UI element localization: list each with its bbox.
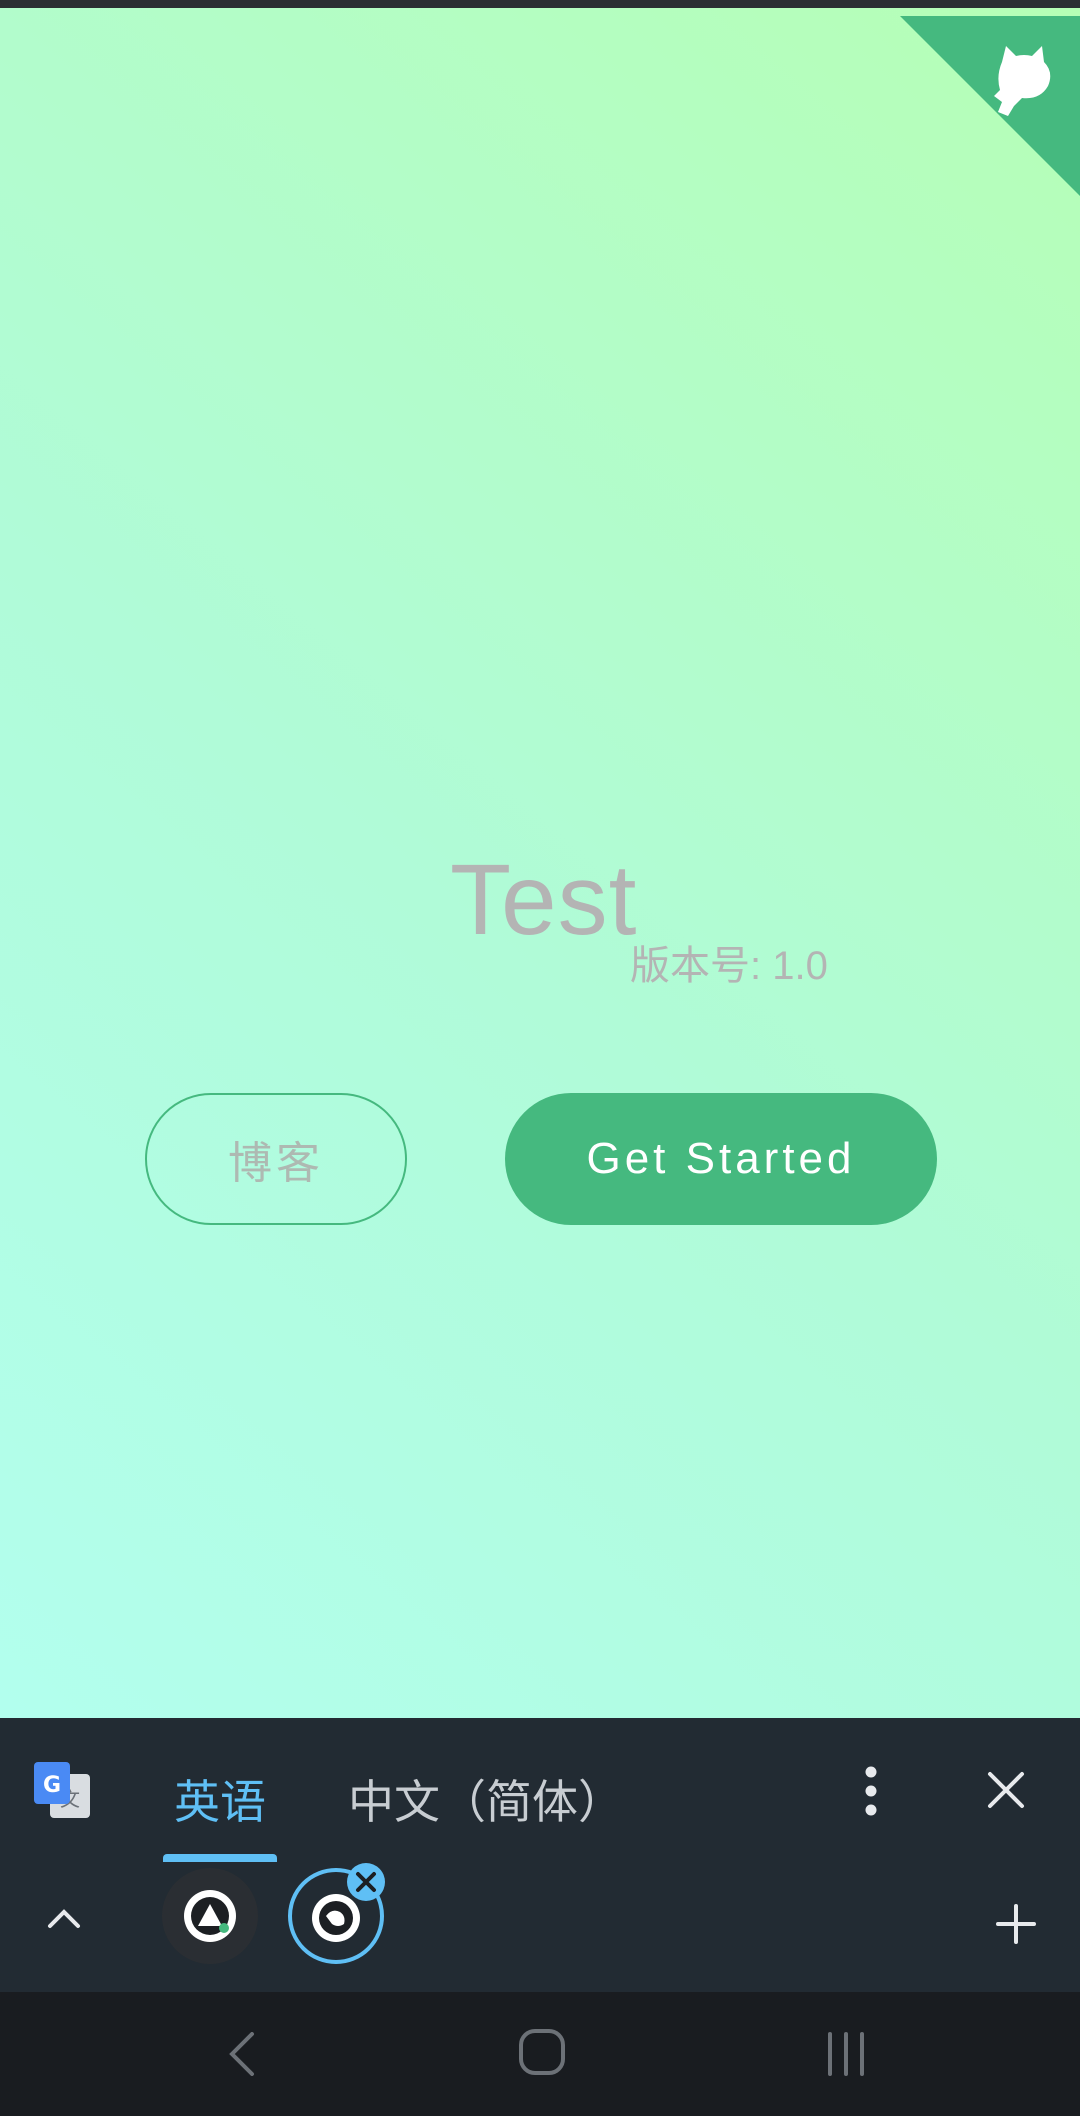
system-nav-bar <box>0 1992 1080 2116</box>
tab-target-language[interactable]: 中文（简体） <box>348 1766 624 1832</box>
recents-icon[interactable] <box>824 2032 868 2076</box>
more-vert-icon[interactable] <box>854 1764 888 1818</box>
app-title-block: Test <box>450 843 637 958</box>
back-icon[interactable] <box>228 2032 256 2076</box>
translate-bar-tools <box>0 1860 1080 1992</box>
floating-bubble-1[interactable] <box>162 1868 258 1964</box>
app-screen: Test 版本号: 1.0 博客 Get Started <box>0 0 1080 1718</box>
version-label: 版本号: 1.0 <box>630 944 828 988</box>
translate-bar-header: 文 G 英语 中文（简体） <box>0 1718 1080 1862</box>
svg-text:G: G <box>43 1773 61 1798</box>
github-cat-icon[interactable] <box>972 32 1062 122</box>
close-icon[interactable] <box>346 1862 386 1902</box>
get-started-button[interactable]: Get Started <box>505 1093 937 1225</box>
plus-icon[interactable] <box>996 1904 1036 1944</box>
app-title: Test <box>450 844 638 956</box>
app-bubble-icon <box>184 1890 236 1942</box>
translate-bar: 文 G 英语 中文（简体） <box>0 1718 1080 1992</box>
chevron-up-icon[interactable] <box>46 1906 82 1930</box>
home-icon[interactable] <box>518 2028 566 2076</box>
close-icon[interactable] <box>986 1770 1026 1810</box>
tab-source-language[interactable]: 英语 <box>174 1766 266 1832</box>
blog-button[interactable]: 博客 <box>145 1093 407 1225</box>
google-translate-icon: 文 G <box>34 1762 90 1818</box>
